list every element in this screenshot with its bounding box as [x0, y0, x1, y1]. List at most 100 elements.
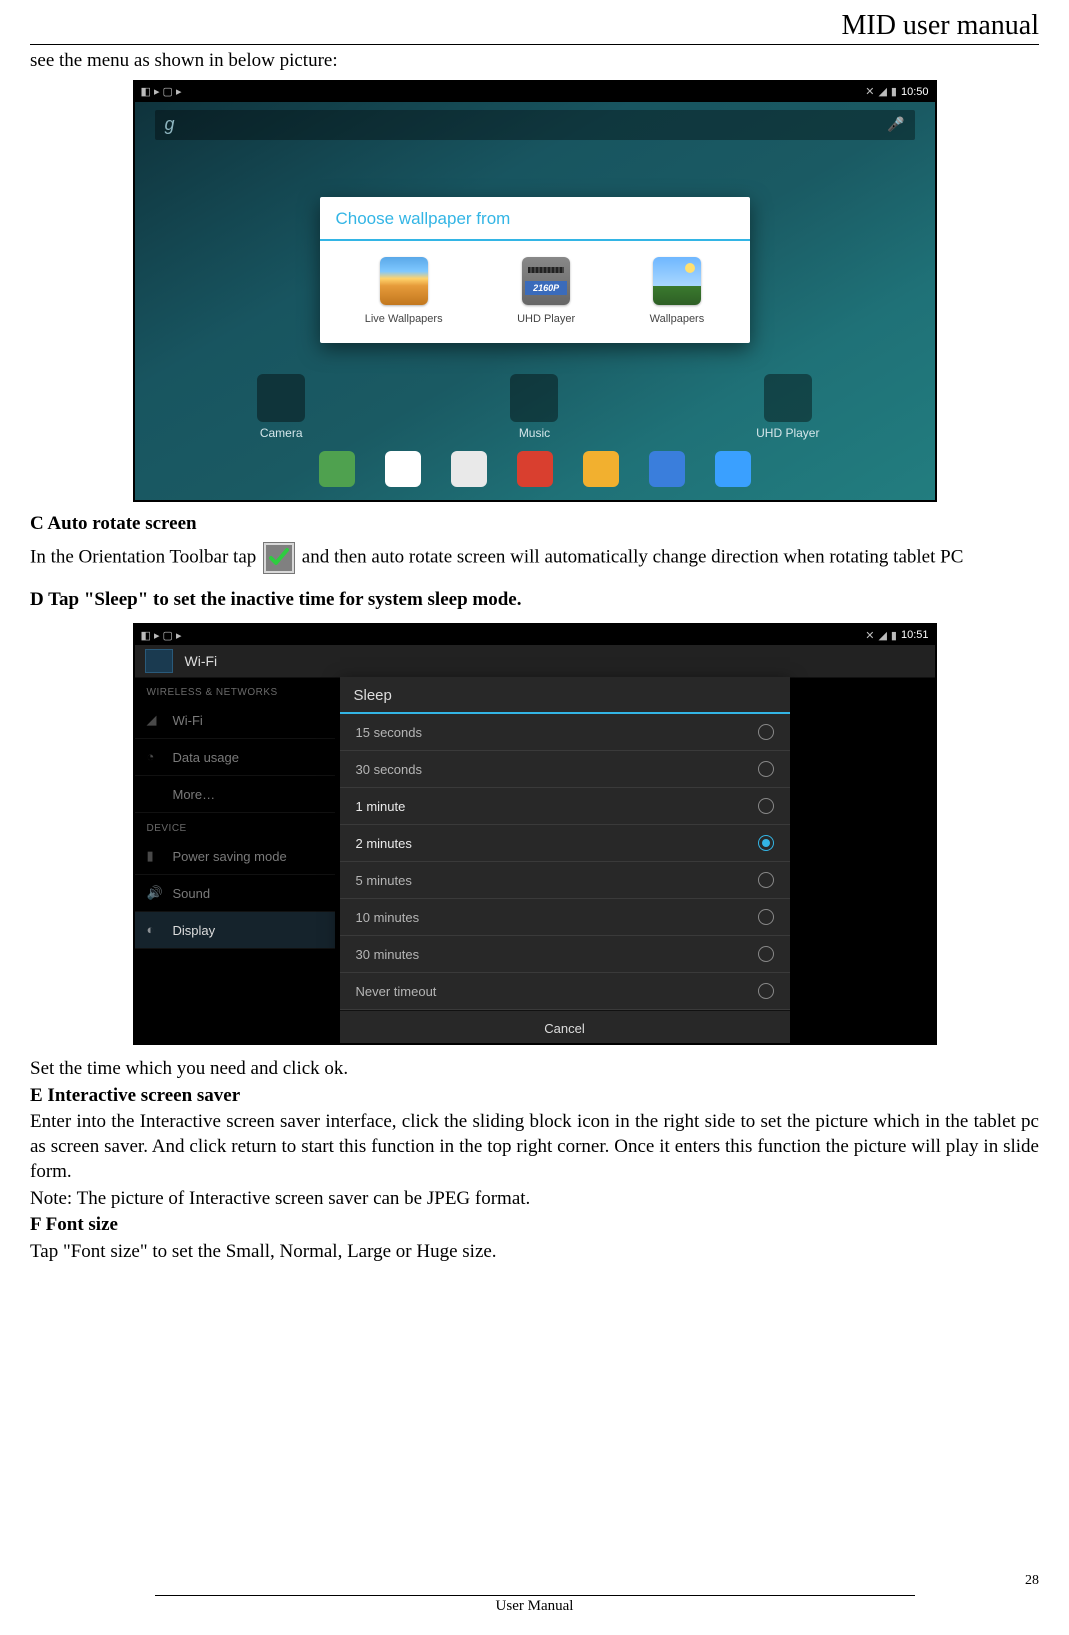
dock-icon[interactable]	[319, 451, 355, 487]
status-bar: ◧ ▸ ▢ ▸ ✕ ◢ ▮ 10:51	[135, 625, 935, 645]
sound-icon: 🔊	[147, 885, 163, 901]
footer-label: User Manual	[30, 1598, 1039, 1615]
sidebar-item-label: Wi-Fi	[173, 713, 203, 728]
battery-icon: ▮	[147, 848, 163, 864]
option-label: 15 seconds	[356, 725, 423, 740]
uhd-player-icon	[522, 257, 570, 305]
radio-icon	[758, 909, 774, 925]
option-label: 2 minutes	[356, 836, 412, 851]
option-label: 30 minutes	[356, 947, 420, 962]
option-label: 5 minutes	[356, 873, 412, 888]
wallpaper-option-live[interactable]: Live Wallpapers	[365, 257, 443, 325]
dock-icon[interactable]	[649, 451, 685, 487]
section-e-note: Note: The picture of Interactive screen …	[30, 1187, 1039, 1212]
checkbox-icon	[263, 542, 295, 574]
status-time: 10:50	[901, 86, 929, 98]
section-c-text-after: and then auto rotate screen will automat…	[302, 547, 964, 568]
radio-icon	[758, 798, 774, 814]
after-shot2-text: Set the time which you need and click ok…	[30, 1057, 1039, 1082]
sleep-option-30m[interactable]: 30 minutes	[340, 936, 790, 973]
wifi-icon: ◢	[147, 712, 163, 728]
section-e-heading: E Interactive screen saver	[30, 1084, 1039, 1109]
app-music[interactable]: Music	[479, 374, 589, 440]
sleep-option-never[interactable]: Never timeout	[340, 973, 790, 1010]
settings-header: Wi-Fi	[135, 645, 935, 678]
display-icon: ◐	[147, 922, 163, 938]
settings-header-title: Wi-Fi	[185, 653, 218, 669]
status-left-icons: ◧ ▸ ▢ ▸	[141, 85, 182, 98]
status-bar: ◧ ▸ ▢ ▸ ✕ ◢ ▮ 10:50	[135, 82, 935, 102]
radio-icon	[758, 761, 774, 777]
option-label: Live Wallpapers	[365, 313, 443, 325]
screenshot-wallpaper-chooser: ◧ ▸ ▢ ▸ ✕ ◢ ▮ 10:50 g 🎤 Choose wallpaper…	[133, 80, 937, 502]
sidebar-section-wireless: WIRELESS & NETWORKS	[135, 677, 335, 702]
mute-icon: ✕	[865, 629, 874, 642]
status-left-icons: ◧ ▸ ▢ ▸	[141, 629, 182, 642]
music-icon	[510, 374, 558, 422]
sidebar-section-device: DEVICE	[135, 813, 335, 838]
section-c-text-before: In the Orientation Toolbar tap	[30, 547, 256, 568]
option-label: UHD Player	[517, 313, 575, 325]
option-label: 10 minutes	[356, 910, 420, 925]
home-app-row: Camera Music UHD Player	[155, 374, 915, 440]
sidebar-item-sound[interactable]: 🔊 Sound	[135, 875, 335, 912]
sidebar-item-more[interactable]: More…	[135, 776, 335, 813]
sidebar-item-label: More…	[173, 787, 216, 802]
sleep-dialog: Sleep 15 seconds 30 seconds 1 minute 2 m…	[340, 677, 790, 1043]
cancel-button[interactable]: Cancel	[340, 1010, 790, 1043]
app-camera[interactable]: Camera	[226, 374, 336, 440]
wallpaper-option-uhd[interactable]: UHD Player	[517, 257, 575, 325]
dock-icon[interactable]	[517, 451, 553, 487]
data-icon: ◔	[147, 749, 163, 765]
sleep-option-2m[interactable]: 2 minutes	[340, 825, 790, 862]
intro-text: see the menu as shown in below picture:	[30, 49, 1039, 74]
dialog-title: Choose wallpaper from	[320, 197, 750, 239]
sidebar-item-display[interactable]: ◐ Display	[135, 912, 335, 949]
footer-rule	[155, 1595, 915, 1596]
header-rule	[30, 44, 1039, 45]
battery-icon: ▮	[891, 85, 897, 98]
sleep-option-5m[interactable]: 5 minutes	[340, 862, 790, 899]
wifi-icon: ◢	[878, 629, 886, 642]
mute-icon: ✕	[865, 85, 874, 98]
page-footer: 28 User Manual	[30, 1573, 1039, 1615]
blank-icon	[147, 786, 163, 802]
page-number: 28	[30, 1573, 1039, 1589]
option-label: Never timeout	[356, 984, 437, 999]
section-e-body: Enter into the Interactive screen saver …	[30, 1110, 1039, 1184]
sleep-option-1m[interactable]: 1 minute	[340, 788, 790, 825]
screenshot-sleep-settings: ◧ ▸ ▢ ▸ ✕ ◢ ▮ 10:51 Wi-Fi WIRELESS & NET…	[133, 623, 937, 1045]
sidebar-item-data-usage[interactable]: ◔ Data usage	[135, 739, 335, 776]
battery-icon: ▮	[891, 629, 897, 642]
option-label: Wallpapers	[650, 313, 705, 325]
live-wallpapers-icon	[380, 257, 428, 305]
radio-icon	[758, 983, 774, 999]
section-d-heading: D Tap "Sleep" to set the inactive time f…	[30, 588, 1039, 613]
wallpapers-icon	[653, 257, 701, 305]
sleep-dialog-title: Sleep	[340, 677, 790, 712]
option-label: 30 seconds	[356, 762, 423, 777]
dock-icon[interactable]	[715, 451, 751, 487]
app-label: Camera	[226, 426, 336, 440]
dock-icon[interactable]	[583, 451, 619, 487]
dock-icon[interactable]	[385, 451, 421, 487]
mic-icon[interactable]: 🎤	[887, 116, 904, 133]
section-c-heading: C Auto rotate screen	[30, 512, 1039, 537]
status-time: 10:51	[901, 629, 929, 641]
sleep-option-30s[interactable]: 30 seconds	[340, 751, 790, 788]
sidebar-item-label: Display	[173, 923, 216, 938]
choose-wallpaper-dialog: Choose wallpaper from Live Wallpapers UH…	[320, 197, 750, 343]
sleep-option-10m[interactable]: 10 minutes	[340, 899, 790, 936]
wifi-icon: ◢	[878, 85, 886, 98]
google-search-bar[interactable]: g 🎤	[155, 110, 915, 140]
app-uhd-player[interactable]: UHD Player	[733, 374, 843, 440]
dock-icon[interactable]	[451, 451, 487, 487]
back-icon[interactable]	[145, 649, 173, 673]
sidebar-item-label: Power saving mode	[173, 849, 287, 864]
wallpaper-option-wallpapers[interactable]: Wallpapers	[650, 257, 705, 325]
sidebar-item-power-saving[interactable]: ▮ Power saving mode	[135, 838, 335, 875]
sidebar-item-wifi[interactable]: ◢ Wi-Fi	[135, 702, 335, 739]
radio-icon	[758, 872, 774, 888]
section-c-body: In the Orientation Toolbar tap and then …	[30, 542, 1039, 574]
sleep-option-15s[interactable]: 15 seconds	[340, 714, 790, 751]
